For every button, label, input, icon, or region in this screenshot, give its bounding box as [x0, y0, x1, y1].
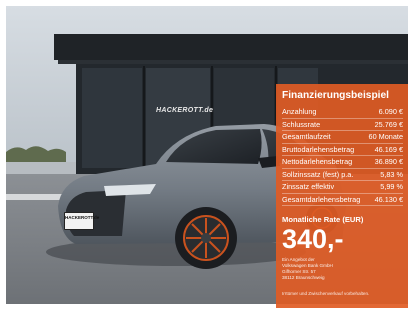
panel-title: Finanzierungsbeispiel: [282, 90, 389, 101]
row-label: Gesamtdarlehensbetrag: [282, 194, 361, 204]
row-label: Gesamtlaufzeit: [282, 132, 331, 141]
monthly-rate-label: Monatliche Rate (EUR): [282, 215, 364, 224]
financing-panel: Finanzierungsbeispiel Anzahlung 6.090 € S…: [276, 84, 408, 308]
row-label: Nettodarlehensbetrag: [282, 157, 353, 166]
row-value: 25.769 €: [374, 119, 403, 129]
table-row: Sollzinssatz (fest) p.a. 5,83 %: [282, 169, 403, 181]
row-value: 5,83 %: [380, 169, 403, 179]
dealership-sign: HACKEROTT.de: [156, 107, 214, 114]
row-value: 6.090 €: [378, 107, 403, 116]
row-value: 46.169 €: [374, 144, 403, 154]
row-value: 5,99 %: [380, 182, 403, 191]
table-row: Gesamtdarlehensbetrag 46.130 €: [282, 194, 403, 206]
table-row: Bruttodarlehensbetrag 46.169 €: [282, 144, 403, 156]
row-label: Zinssatz effektiv: [282, 182, 335, 191]
table-row: Nettodarlehensbetrag 36.890 €: [282, 156, 403, 169]
disclaimer: Irrtümer und Zwischenverkauf vorbehalten…: [282, 291, 370, 296]
table-row: Gesamtlaufzeit 60 Monate: [282, 131, 403, 144]
row-label: Bruttodarlehensbetrag: [282, 144, 355, 154]
row-label: Anzahlung: [282, 107, 317, 116]
dealer-info: Ein Angebot der Volkswagen Bank GmbH Gif…: [282, 257, 403, 281]
license-plate: HACKEROTT.de: [64, 212, 99, 230]
row-label: Schlussrate: [282, 119, 321, 129]
row-value: 36.890 €: [374, 157, 403, 166]
table-row: Schlussrate 25.769 €: [282, 119, 403, 131]
row-label: Sollzinssatz (fest) p.a.: [282, 169, 354, 179]
row-value: 60 Monate: [368, 132, 403, 141]
table-row: Zinssatz effektiv 5,99 %: [282, 181, 403, 194]
row-value: 46.130 €: [374, 194, 403, 204]
dealer-line: 38112 Braunschweig: [282, 275, 325, 280]
monthly-rate-value: 340,-: [282, 224, 344, 254]
table-row: Anzahlung 6.090 €: [282, 106, 403, 119]
trees: [6, 146, 66, 164]
